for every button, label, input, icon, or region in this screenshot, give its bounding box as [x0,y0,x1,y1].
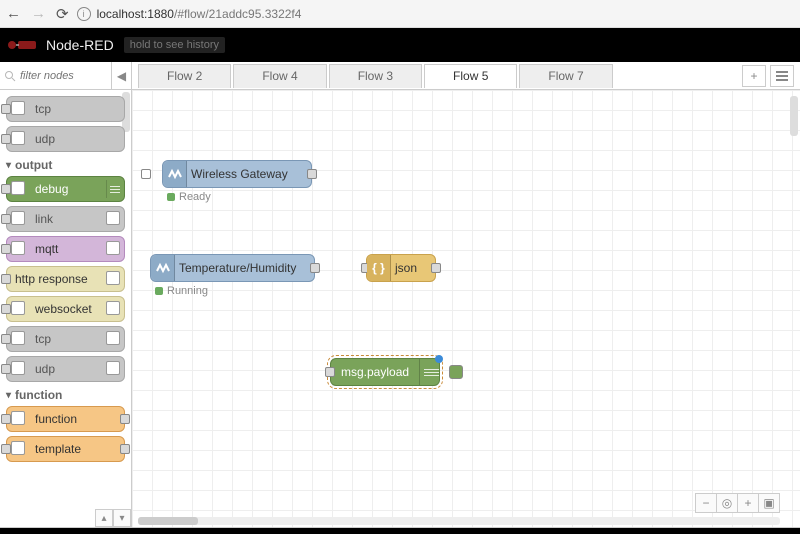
debug-icon [419,359,439,385]
workspace: Flow 2 Flow 4 Flow 3 Flow 5 Flow 7 + [132,62,800,527]
palette-expand-down[interactable]: ▾ [113,509,131,527]
node-red-logo-icon [6,37,40,53]
node-label: Wireless Gateway [191,167,288,181]
site-info-icon[interactable]: i [77,7,91,21]
back-button[interactable]: ← [6,5,21,22]
json-icon: { } [367,255,391,281]
node-status: Ready [179,191,211,203]
palette-node-function[interactable]: function [6,406,125,432]
zoom-out-button[interactable]: − [695,493,717,513]
tab-flow-7[interactable]: Flow 7 [519,64,612,88]
palette-collapse-up[interactable]: ▴ [95,509,113,527]
node-label: msg.payload [341,365,409,379]
unsaved-change-dot [435,355,443,363]
node-temperature-humidity[interactable]: Temperature/Humidity Running [150,254,315,282]
serial-icon [163,161,187,187]
url-path: /#flow/21addc95.3322f4 [174,7,301,21]
canvas-scrollbar-vertical[interactable] [790,96,798,136]
palette-node-mqtt[interactable]: mqtt [6,236,125,262]
forward-button[interactable]: → [31,5,46,22]
history-hint: hold to see history [124,37,225,53]
filter-input[interactable] [16,68,106,84]
chevron-down-icon: ▾ [6,390,11,401]
browser-toolbar: ← → ⟳ i localhost:1880/#flow/21addc95.33… [0,0,800,28]
address-bar[interactable]: i localhost:1880/#flow/21addc95.3322f4 [77,7,302,21]
node-wireless-gateway[interactable]: Wireless Gateway Ready [162,160,312,188]
debug-toggle-button[interactable] [449,365,463,379]
app-header: Node-RED hold to see history [0,28,800,62]
category-function[interactable]: ▾function [6,388,125,402]
palette-node-link[interactable]: link [6,206,125,232]
palette-node-tcp-in[interactable]: tcp [6,96,125,122]
palette-node-udp-out[interactable]: udp [6,356,125,382]
node-json[interactable]: { } json [366,254,436,282]
add-tab-button[interactable]: + [742,65,766,87]
tab-flow-4[interactable]: Flow 4 [233,64,326,88]
node-label: json [395,261,417,275]
zoom-reset-button[interactable]: ◎ [716,493,738,513]
chevron-down-icon: ▾ [6,160,11,171]
palette-node-websocket[interactable]: websocket [6,296,125,322]
flow-tabs: Flow 2 Flow 4 Flow 3 Flow 5 Flow 7 + [132,62,800,90]
navigator-button[interactable]: ▣ [758,493,780,513]
flow-canvas[interactable]: Wireless Gateway Ready Temperature/Humid… [132,90,800,527]
palette-collapse-button[interactable]: ◀ [111,62,131,89]
url-host: localhost: [97,7,148,21]
palette-node-tcp-out[interactable]: tcp [6,326,125,352]
app-title: Node-RED [46,37,114,53]
node-status: Running [167,285,208,297]
bottom-edge [0,528,800,534]
tab-flow-3[interactable]: Flow 3 [329,64,422,88]
tab-flow-2[interactable]: Flow 2 [138,64,231,88]
url-port: 1880 [147,7,174,21]
serial-icon [151,255,175,281]
palette-node-template[interactable]: template [6,436,125,462]
tab-flow-5[interactable]: Flow 5 [424,64,517,88]
search-icon [4,70,16,82]
category-output[interactable]: ▾output [6,158,125,172]
palette-node-debug[interactable]: debug [6,176,125,202]
canvas-scrollbar-horizontal[interactable] [138,517,780,525]
palette-node-http-response[interactable]: http response [6,266,125,292]
palette-sidebar: ◀ tcp udp ▾output debug link mqtt http r… [0,62,132,527]
node-debug-msg-payload[interactable]: msg.payload [330,358,440,386]
reload-button[interactable]: ⟳ [56,5,69,23]
tab-list-button[interactable] [770,65,794,87]
node-label: Temperature/Humidity [179,261,296,275]
zoom-in-button[interactable]: + [737,493,759,513]
list-icon [776,71,788,81]
palette-node-udp-in[interactable]: udp [6,126,125,152]
palette-search[interactable] [0,68,111,84]
